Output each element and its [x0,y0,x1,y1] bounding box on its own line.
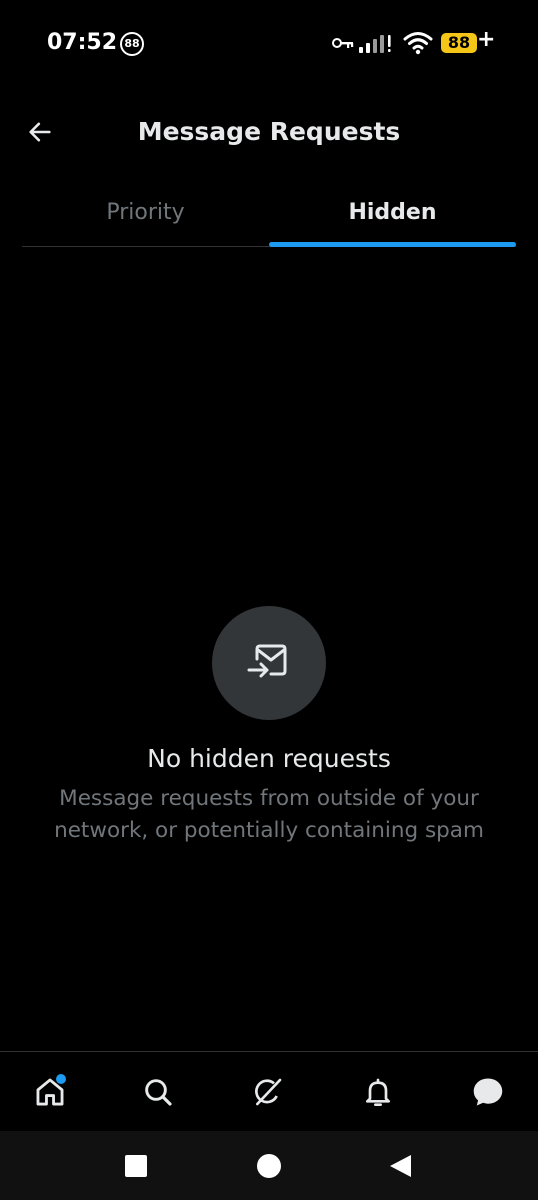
nav-grok[interactable] [248,1072,288,1112]
tab-bar: Priority Hidden [22,180,516,247]
grok-icon [255,1078,282,1106]
empty-state-title: No hidden requests [147,744,391,773]
wifi-icon [403,32,433,55]
notification-dot [56,1074,66,1084]
nav-notifications[interactable] [358,1072,398,1112]
message-request-icon [247,644,287,678]
notification-count-badge: 88 [120,32,144,56]
header: Message Requests [0,100,538,164]
empty-state-description: Message requests from outside of your ne… [54,786,484,843]
bottom-nav [0,1051,538,1132]
battery-icon: 88 [441,33,477,53]
status-time: 07:52 [47,30,118,55]
nav-search[interactable] [138,1072,178,1112]
nav-home[interactable] [30,1072,70,1112]
active-tab-indicator [269,242,516,247]
empty-state: No hidden requests Message requests from… [0,606,538,847]
messages-icon [473,1078,503,1106]
signal-icon [359,35,391,53]
nav-messages[interactable] [468,1072,508,1112]
back-triangle-icon[interactable] [387,1153,413,1179]
recent-apps-icon[interactable] [125,1155,147,1177]
page-title: Message Requests [137,117,401,146]
status-bar: 07:52 88 88 + [0,0,538,90]
tab-priority-label: Priority [106,200,185,225]
tab-hidden[interactable]: Hidden [269,180,516,247]
system-nav-bar [0,1131,538,1200]
home-circle-icon[interactable] [257,1154,281,1178]
search-icon [145,1079,172,1106]
battery-charging-indicator: + [477,27,496,52]
empty-state-icon-container [212,606,326,720]
bell-icon [366,1078,390,1106]
tab-priority[interactable]: Priority [22,180,269,246]
key-icon [332,38,354,48]
tab-hidden-label: Hidden [348,200,437,225]
